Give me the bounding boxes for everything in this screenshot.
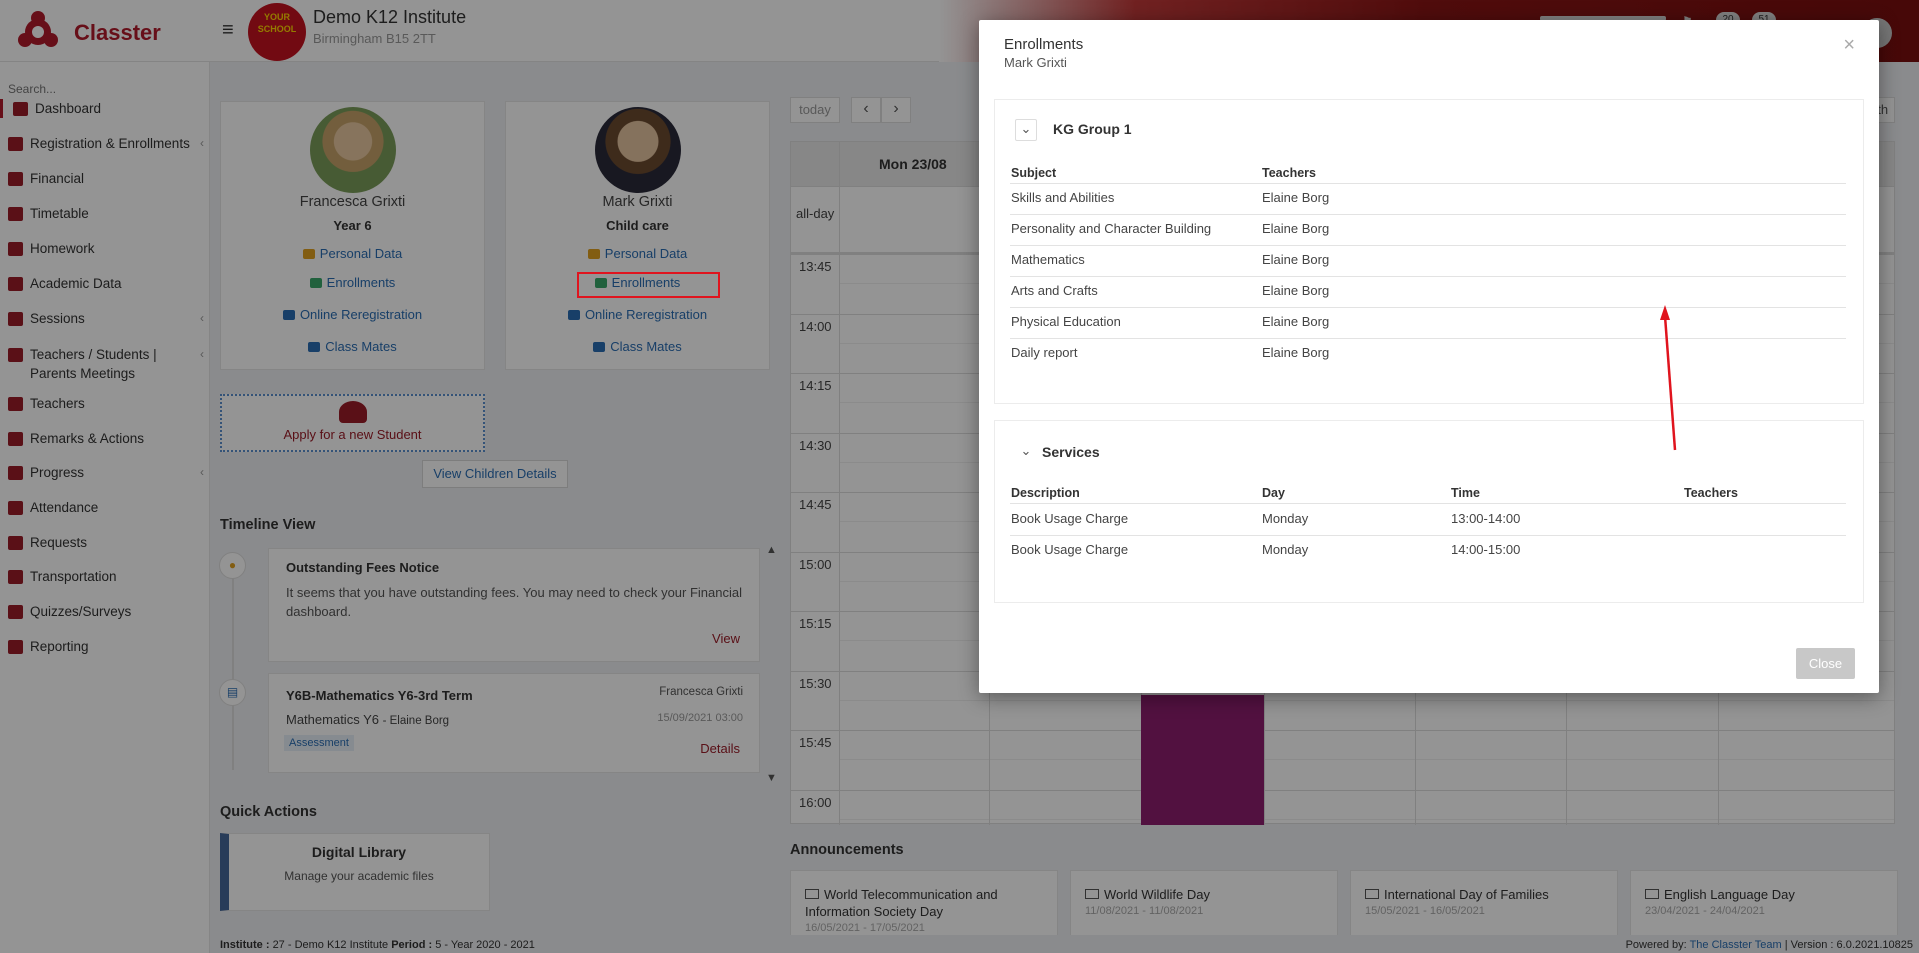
highlight-box [577, 272, 720, 298]
annotation-arrow [1660, 305, 1677, 451]
enrollments-modal: Enrollments Mark Grixti × ⌄ KG Group 1 S… [979, 20, 1879, 693]
